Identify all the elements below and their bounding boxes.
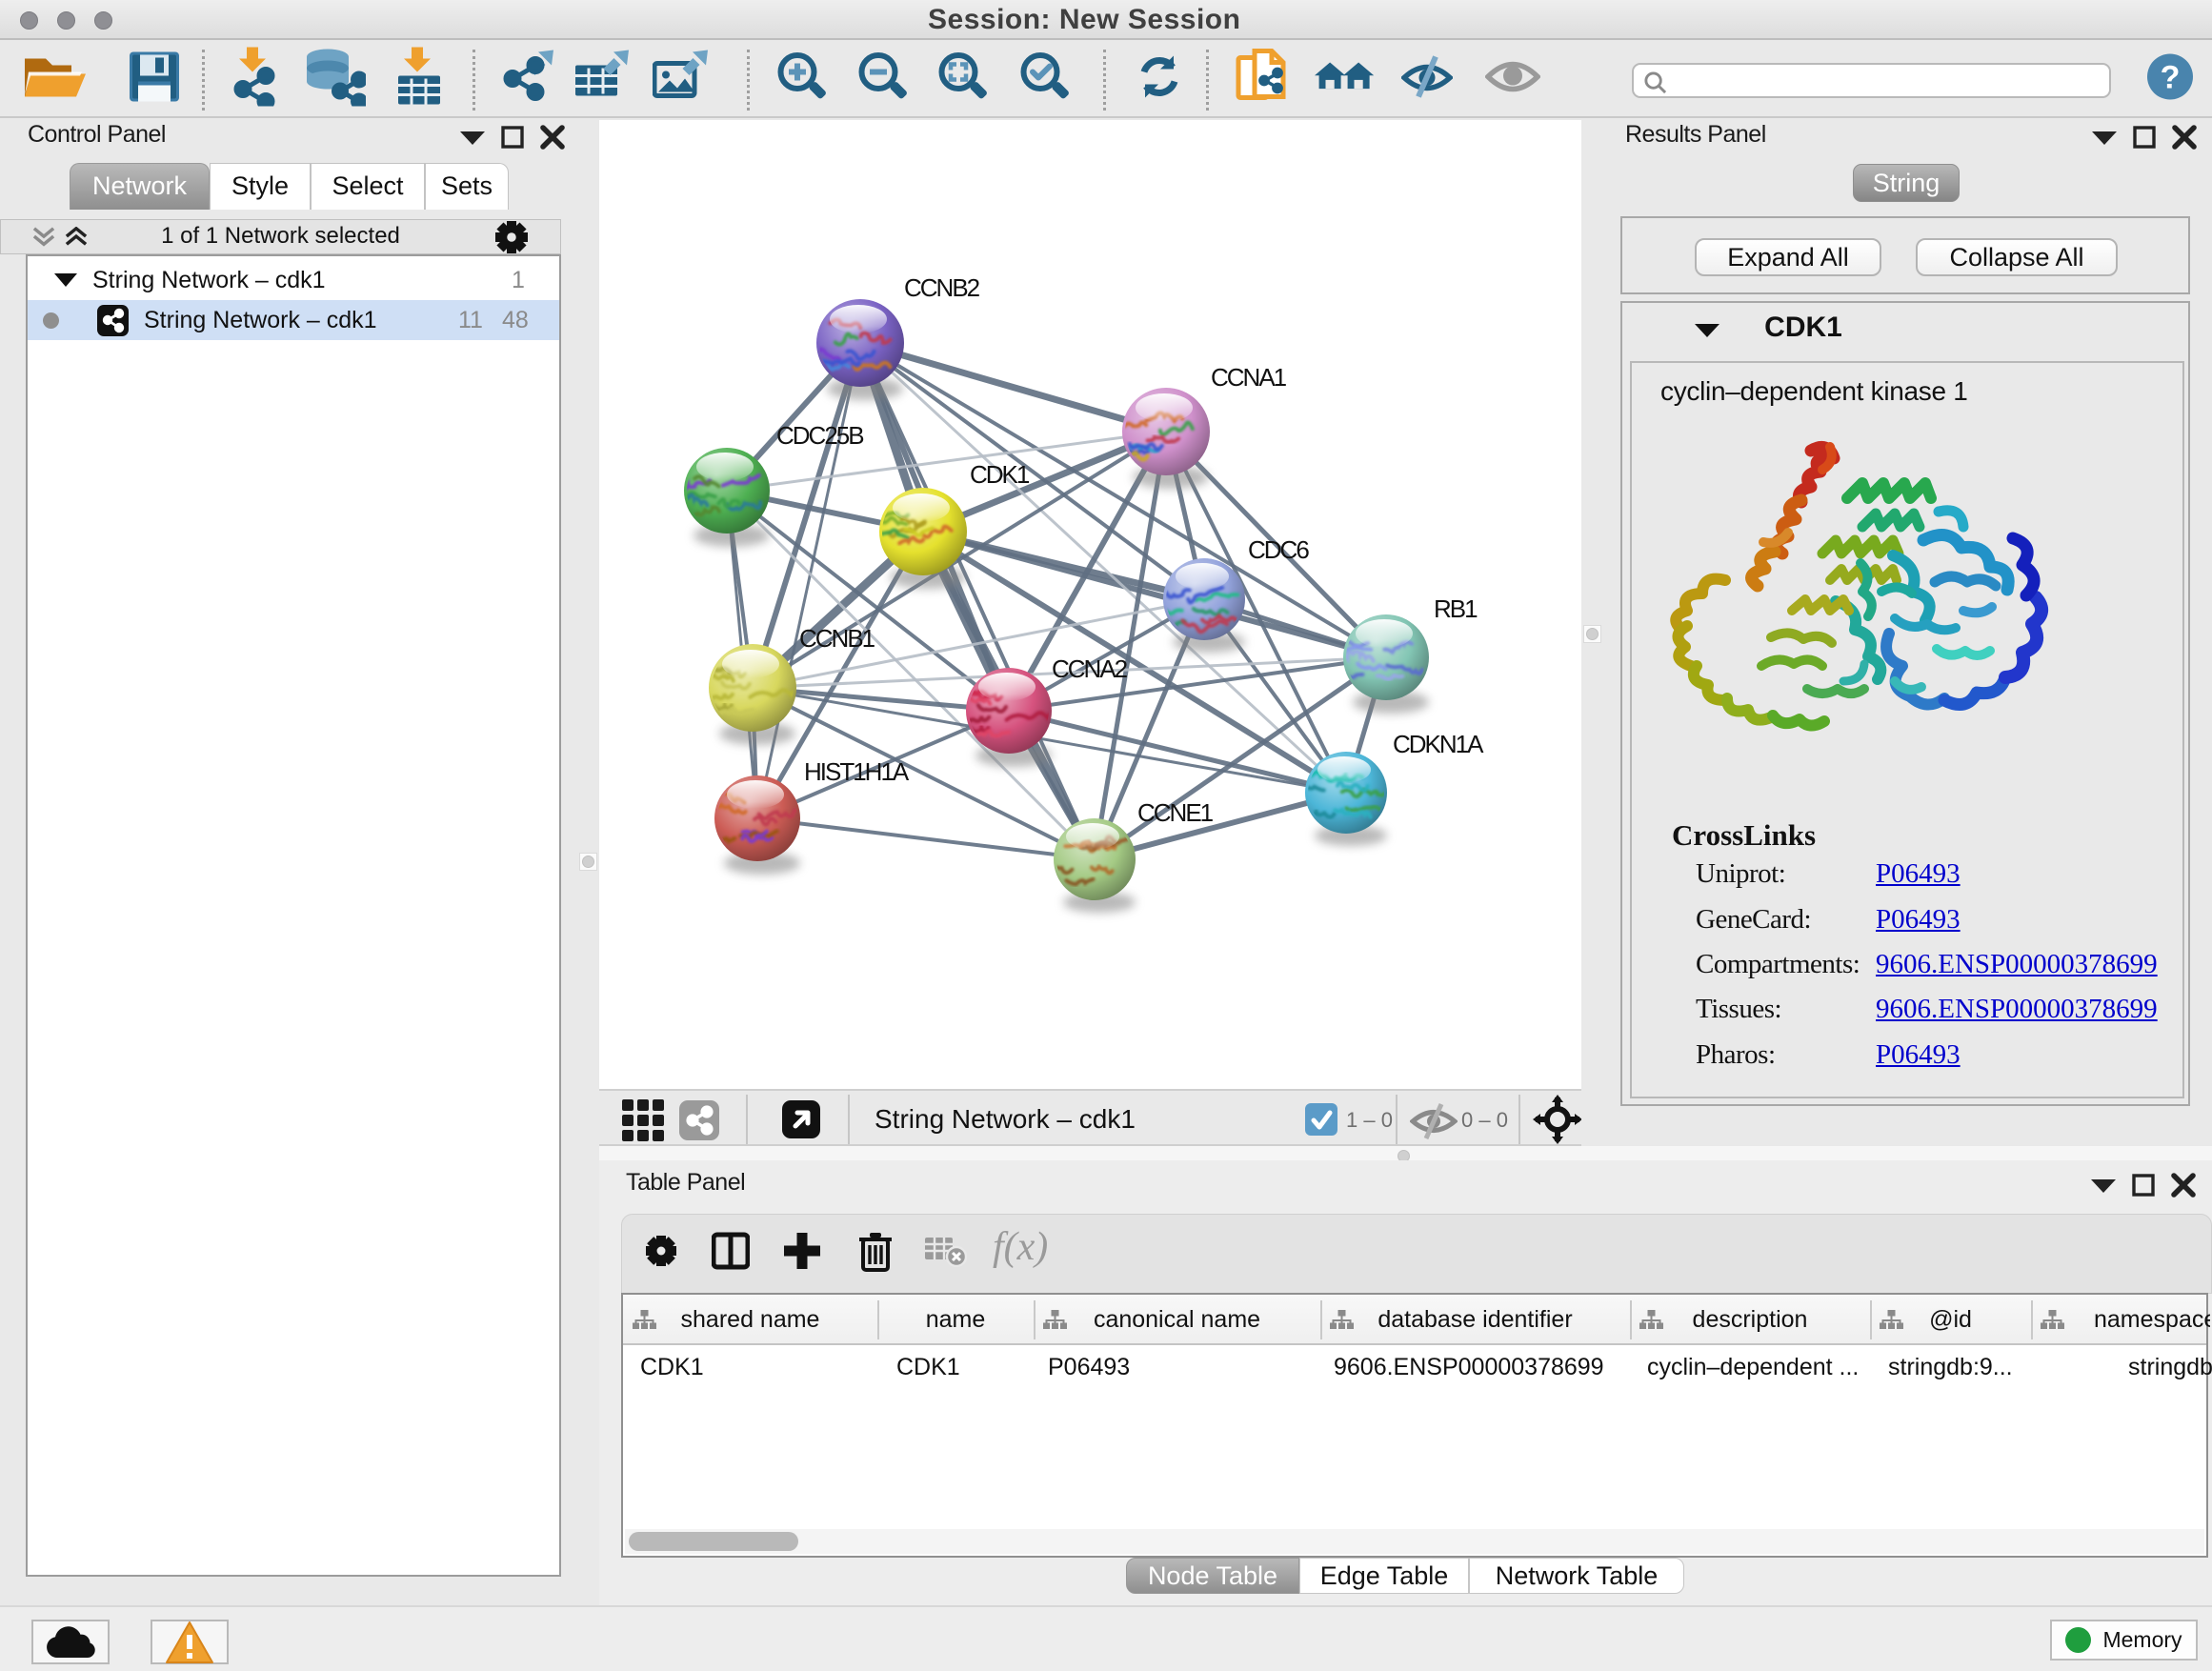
svg-text:CDC25B: CDC25B (776, 421, 863, 450)
svg-text:CDC6: CDC6 (1248, 535, 1309, 564)
svg-text:HIST1H1A: HIST1H1A (804, 757, 910, 786)
svg-text:CDK1: CDK1 (970, 460, 1030, 489)
svg-text:RB1: RB1 (1434, 594, 1478, 623)
svg-text:CCNB1: CCNB1 (799, 624, 875, 653)
svg-text:CCNA1: CCNA1 (1211, 363, 1287, 392)
svg-text:?: ? (2161, 60, 2181, 96)
svg-text:CCNB2: CCNB2 (904, 273, 980, 302)
svg-text:CCNE1: CCNE1 (1137, 798, 1214, 827)
svg-text:CDKN1A: CDKN1A (1393, 730, 1484, 758)
svg-text:CCNA2: CCNA2 (1052, 654, 1128, 683)
